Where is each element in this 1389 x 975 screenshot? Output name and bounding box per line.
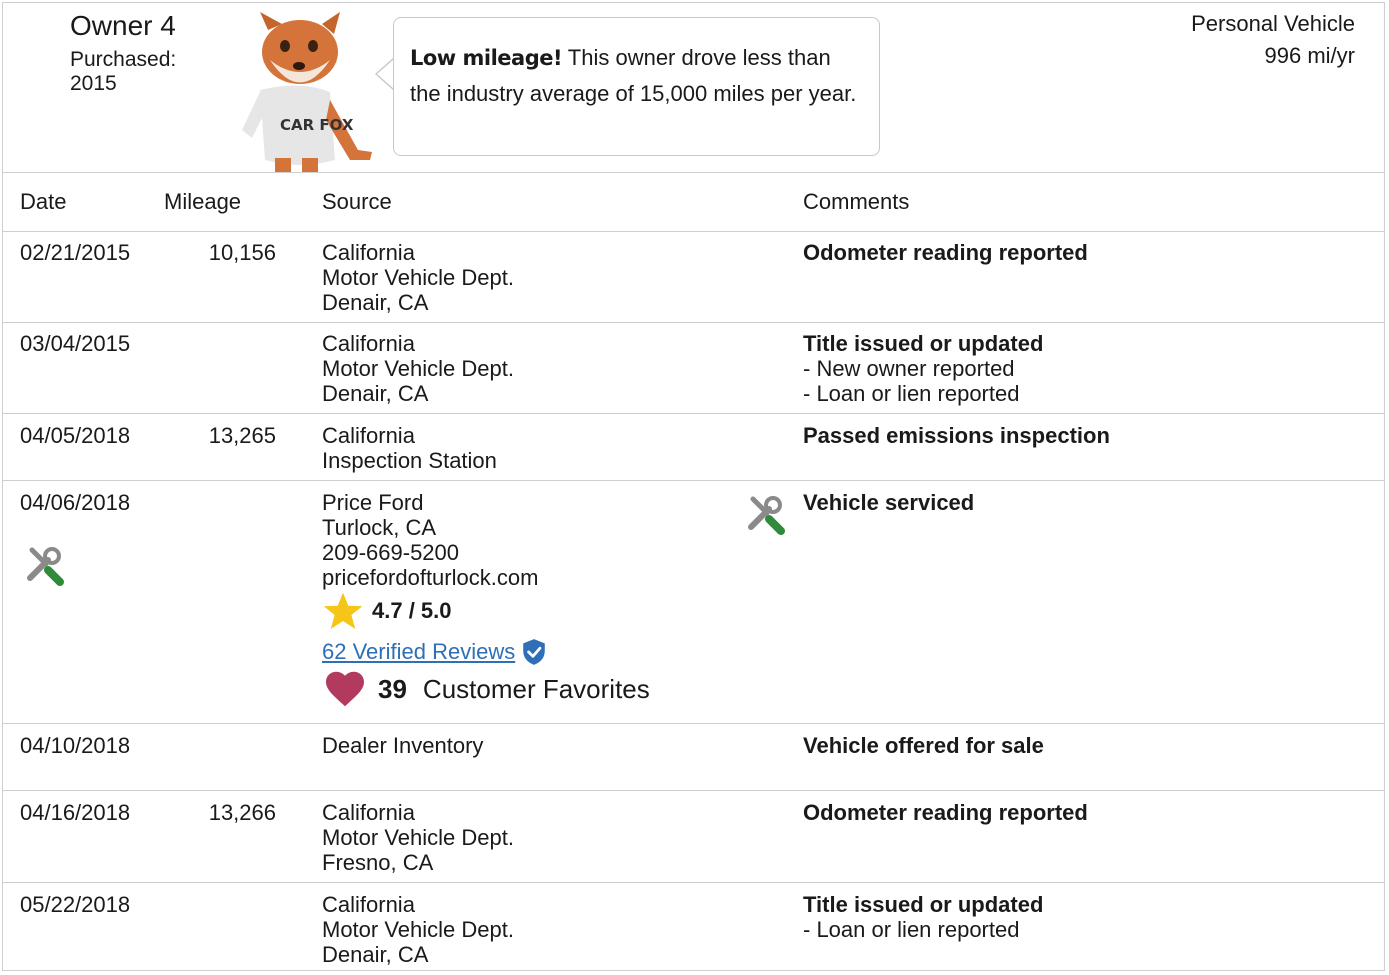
row-date: 04/06/2018 (20, 490, 131, 515)
dealer-rating: 4.7 / 5.0 (322, 590, 452, 632)
star-icon (323, 592, 363, 630)
row-source: Price Ford Turlock, CA 209-669-5200 pric… (322, 490, 538, 590)
verified-shield-icon (523, 639, 545, 665)
row-date: 02/21/2015 (20, 240, 131, 265)
comment-item: - Loan or lien reported (803, 381, 1020, 406)
row-mileage: 13,265 (208, 423, 276, 448)
source-line: Inspection Station (322, 448, 497, 473)
source-line: Motor Vehicle Dept. (322, 825, 514, 850)
divider (2, 172, 1385, 173)
row-date: 04/05/2018 (20, 423, 131, 448)
header-comments: Comments (803, 189, 910, 214)
row-comment-title: Passed emissions inspection (803, 423, 1110, 448)
row-comments: Title issued or updated - Loan or lien r… (803, 892, 1043, 942)
row-comment-title: Odometer reading reported (803, 800, 1088, 825)
miles-per-year: 996 mi/yr (1264, 43, 1355, 68)
divider (2, 790, 1385, 791)
wrench-screwdriver-icon (748, 496, 785, 535)
source-line: California (322, 240, 415, 265)
header-mileage: Mileage (164, 189, 242, 214)
favorites-count: 39 (378, 673, 407, 704)
divider (2, 480, 1385, 481)
row-mileage: 13,266 (208, 800, 276, 825)
wrench-screwdriver-icon (27, 547, 64, 586)
row-date: 04/16/2018 (20, 800, 131, 825)
row-comment-title: Odometer reading reported (803, 240, 1088, 265)
source-line: Denair, CA (322, 942, 429, 967)
row-source: California Motor Vehicle Dept. Denair, C… (322, 331, 514, 406)
header-source: Source (322, 189, 392, 214)
heart-icon (326, 671, 364, 707)
vehicle-type: Personal Vehicle (1191, 11, 1355, 36)
row-comment-title: Title issued or updated (803, 331, 1044, 356)
source-line: California (322, 800, 415, 825)
purchased-year: 2015 (70, 72, 117, 95)
header-date: Date (20, 189, 67, 214)
purchased-label: Purchased: (70, 48, 177, 71)
source-line: Motor Vehicle Dept. (322, 917, 514, 942)
row-comments: Title issued or updated - New owner repo… (803, 331, 1043, 406)
row-source: Dealer Inventory (322, 733, 483, 758)
source-line: California (322, 423, 415, 448)
row-date: 03/04/2015 (20, 331, 131, 356)
divider (2, 882, 1385, 883)
source-line: Dealer Inventory (322, 733, 484, 758)
row-source: California Motor Vehicle Dept. Fresno, C… (322, 800, 514, 875)
comment-item: - New owner reported (803, 356, 1015, 381)
rating-value: 4.7 / 5.0 (372, 598, 452, 623)
low-mileage-callout: Low mileage! This owner drove less than … (393, 17, 880, 156)
row-comment-title: Vehicle offered for sale (803, 733, 1044, 758)
callout-tail-fill (377, 59, 394, 89)
owner-title: Owner 4 (70, 10, 176, 41)
carfox-mascot-icon: CAR FOX (242, 12, 372, 172)
verified-reviews-link[interactable]: 62 Verified Reviews (322, 639, 515, 665)
source-line: Fresno, CA (322, 850, 434, 875)
source-line: Turlock, CA (322, 515, 437, 540)
row-comment-title: Vehicle serviced (803, 490, 975, 515)
source-line: Motor Vehicle Dept. (322, 265, 514, 290)
customer-favorites: 39 Customer Favorites (324, 670, 650, 708)
source-line: Denair, CA (322, 381, 429, 406)
favorites-label: Customer Favorites (422, 673, 650, 704)
divider (2, 413, 1385, 414)
vehicle-usage-info: Personal Vehicle 996 mi/yr (1191, 8, 1355, 72)
source-line: Denair, CA (322, 290, 429, 315)
comment-item: - Loan or lien reported (803, 917, 1020, 942)
source-line: California (322, 331, 415, 356)
reviews-row: 62 Verified Reviews (322, 638, 547, 666)
row-source: California Motor Vehicle Dept. Denair, C… (322, 240, 514, 315)
row-mileage: 10,156 (208, 240, 276, 265)
source-line: Motor Vehicle Dept. (322, 356, 514, 381)
row-comment-title: Title issued or updated (803, 892, 1044, 917)
source-line: California (322, 892, 415, 917)
source-phone[interactable]: 209-669-5200 (322, 540, 538, 565)
row-source: California Inspection Station (322, 423, 497, 473)
divider (2, 231, 1385, 232)
row-source: California Motor Vehicle Dept. Denair, C… (322, 892, 514, 967)
row-date: 05/22/2018 (20, 892, 131, 917)
divider (2, 322, 1385, 323)
callout-bold-text: Low mileage! (410, 46, 563, 70)
row-date: 04/10/2018 (20, 733, 131, 758)
source-website[interactable]: pricefordofturlock.com (322, 565, 538, 590)
fox-shirt-text: CAR FOX (280, 116, 354, 134)
divider (2, 723, 1385, 724)
source-line: Price Ford (322, 490, 424, 515)
purchased-info: Purchased: 2015 (70, 48, 220, 96)
